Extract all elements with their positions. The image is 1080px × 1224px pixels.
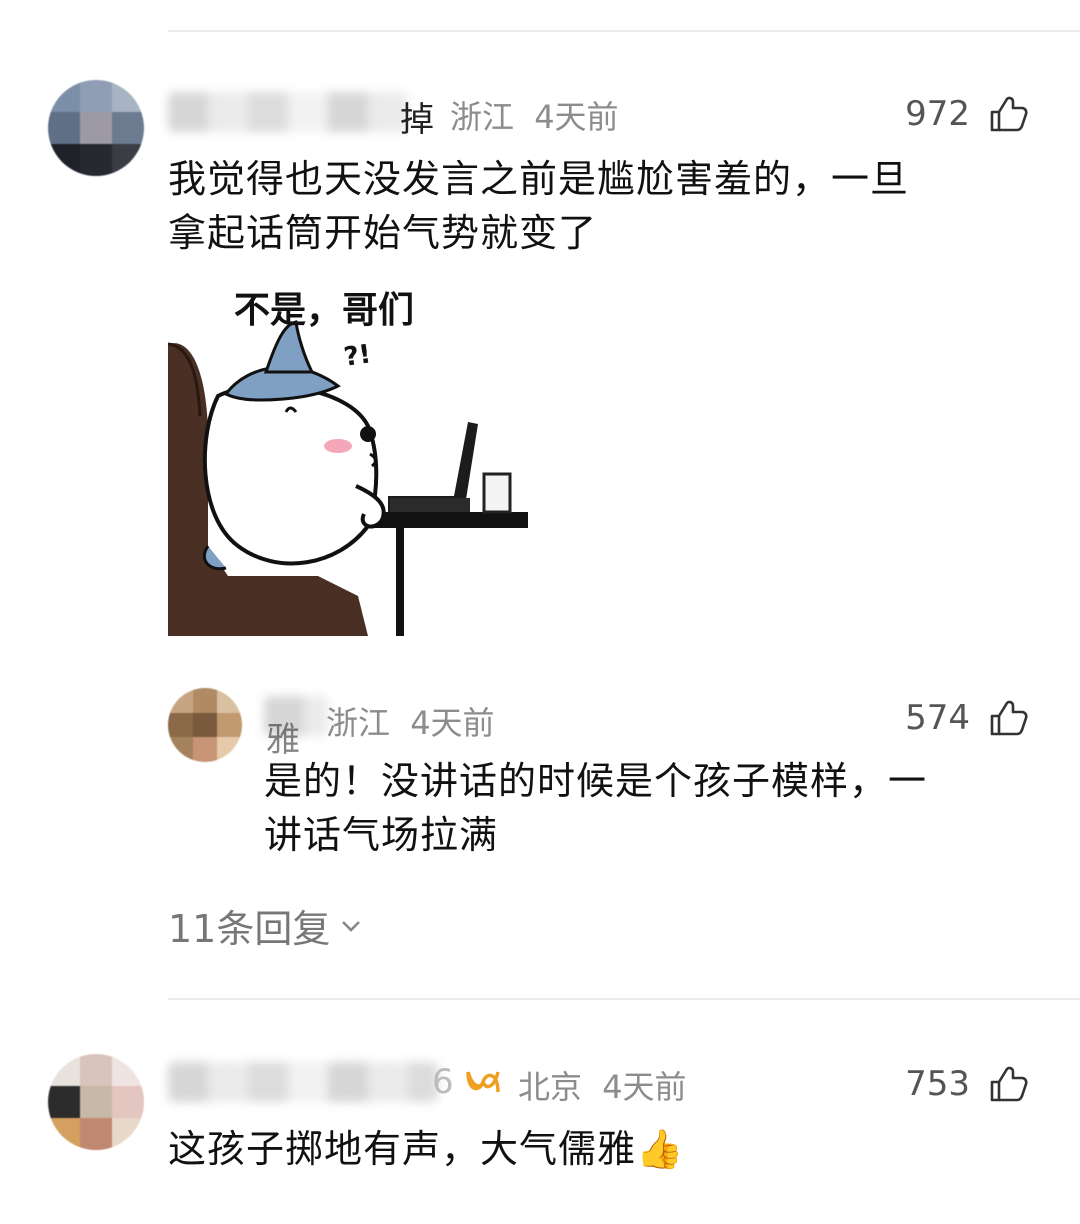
sticker-marks: ?!: [342, 339, 373, 372]
comment-text: 这孩子掷地有声，大气儒雅👍: [168, 1127, 685, 1171]
thumbs-up-icon[interactable]: [988, 94, 1028, 134]
like-button[interactable]: 972: [905, 94, 1028, 134]
comment-line: 拿起话筒开始气势就变了: [168, 211, 598, 255]
timestamp: 4天前: [534, 98, 619, 136]
comment-text: 我觉得也天没发言之前是尴尬害羞的，一旦 拿起话筒开始气势就变了: [168, 152, 1048, 260]
timestamp: 4天前: [602, 1068, 687, 1106]
username-blurred[interactable]: [168, 92, 408, 132]
infinity-badge-icon: [466, 1071, 500, 1093]
chevron-down-icon: [342, 920, 361, 932]
username-tail[interactable]: 掉: [400, 92, 434, 141]
avatar[interactable]: [168, 688, 242, 762]
location: 浙江: [326, 704, 391, 742]
like-button[interactable]: 574: [905, 698, 1028, 738]
comment-line: 讲话气场拉满: [264, 813, 499, 857]
view-replies-link[interactable]: 11条回复: [168, 898, 364, 953]
username-blurred[interactable]: [168, 1062, 438, 1102]
reply-text: 是的！没讲话的时候是个孩子模样，一 讲话气场拉满: [264, 754, 1044, 862]
replies-label: 11条回复: [168, 907, 331, 951]
reply-meta: 浙江 4天前: [326, 698, 505, 744]
timestamp: 4天前: [410, 704, 495, 742]
avatar[interactable]: [48, 1054, 144, 1150]
location: 浙江: [450, 98, 515, 136]
like-count: 972: [905, 94, 970, 134]
comment-meta: 北京 4天前: [518, 1062, 697, 1108]
like-count: 753: [905, 1064, 970, 1104]
location: 北京: [518, 1068, 583, 1106]
top-divider: [168, 30, 1080, 32]
username-tail[interactable]: 6: [432, 1062, 454, 1102]
comment-divider: [168, 998, 1080, 1000]
sticker-caption: 不是，哥们: [234, 290, 414, 331]
avatar[interactable]: [48, 80, 144, 176]
comment-line: 我觉得也天没发言之前是尴尬害羞的，一旦: [168, 157, 910, 201]
thumbs-up-icon[interactable]: [988, 698, 1028, 738]
like-button[interactable]: 753: [905, 1064, 1028, 1104]
comment-line: 是的！没讲话的时候是个孩子模样，一: [264, 759, 928, 803]
thumbs-up-icon[interactable]: [988, 1064, 1028, 1104]
comment-meta: 浙江 4天前: [450, 92, 629, 138]
sticker-image[interactable]: 不是，哥们 ?!: [168, 276, 528, 636]
like-count: 574: [905, 698, 970, 738]
